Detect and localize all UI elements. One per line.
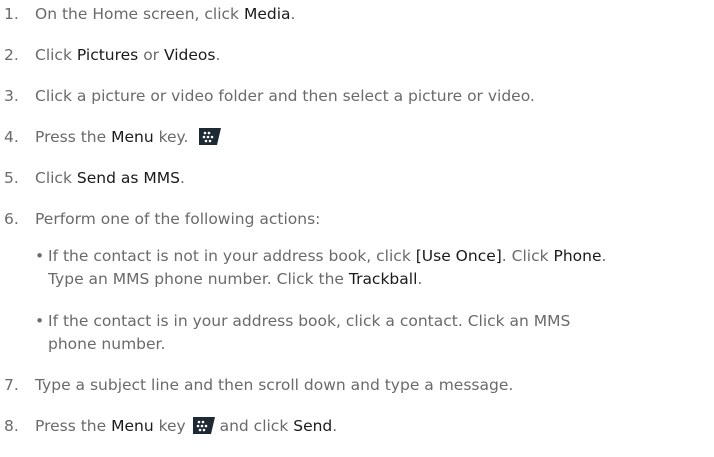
ui-term-media: Media bbox=[243, 5, 291, 23]
bullet-text: Type an MMS phone number. Click the bbox=[48, 270, 349, 288]
ui-term-phone: Phone bbox=[553, 247, 602, 265]
step-number: 3. bbox=[4, 87, 19, 105]
step-8: 8. Press the Menu key and click Send. bbox=[4, 414, 337, 438]
ui-term-trackball: Trackball bbox=[348, 270, 418, 288]
step-number: 7. bbox=[4, 376, 19, 394]
ui-term-pictures: Pictures bbox=[76, 46, 139, 64]
bullet-text: If the contact is not in your address bo… bbox=[48, 247, 416, 265]
step-text: or bbox=[138, 46, 164, 64]
bullet-text: . Click bbox=[501, 247, 554, 265]
bullet-item-not-in-address-book: • If the contact is not in your address b… bbox=[35, 245, 705, 291]
step-6: 6. Perform one of the following actions: bbox=[4, 207, 320, 231]
ui-term-use-once: [Use Once] bbox=[415, 247, 502, 265]
step-number: 8. bbox=[4, 417, 19, 435]
ui-term-send-as-mms: Send as MMS bbox=[76, 169, 180, 187]
bullet-text: If the contact is in your address book, … bbox=[48, 312, 571, 330]
step-number: 6. bbox=[4, 210, 19, 228]
step-text: . bbox=[290, 5, 296, 23]
step-4: 4. Press the Menu key. bbox=[4, 125, 222, 149]
step-text: Press the bbox=[35, 128, 112, 146]
step-1: 1. On the Home screen, click Media. bbox=[4, 2, 295, 26]
ui-term-send: Send bbox=[293, 417, 333, 435]
bullet-dot: • bbox=[35, 312, 45, 330]
ui-term-menu: Menu bbox=[111, 417, 154, 435]
step-number: 4. bbox=[4, 128, 19, 146]
step-3: 3. Click a picture or video folder and th… bbox=[4, 84, 535, 108]
step-7: 7. Type a subject line and then scroll do… bbox=[4, 373, 513, 397]
step-text: key bbox=[153, 417, 191, 435]
bullet-continuation: Type an MMS phone number. Click the Trac… bbox=[35, 268, 705, 291]
blackberry-menu-key-icon bbox=[199, 128, 222, 145]
step-2: 2. Click Pictures or Videos. bbox=[4, 43, 220, 67]
step-text: . bbox=[179, 169, 185, 187]
blackberry-menu-key-icon bbox=[192, 417, 215, 434]
bullet-dot: • bbox=[35, 247, 45, 265]
step-text: On the Home screen, click bbox=[35, 5, 244, 23]
step-text: . bbox=[332, 417, 338, 435]
step-text: . bbox=[215, 46, 221, 64]
step-text: and click bbox=[214, 417, 294, 435]
step-5: 5. Click Send as MMS. bbox=[4, 166, 185, 190]
bullet-text: . bbox=[601, 247, 607, 265]
step-text: key. bbox=[153, 128, 194, 146]
step-text: Type a subject line and then scroll down… bbox=[35, 376, 514, 394]
bullet-continuation: phone number. bbox=[35, 333, 705, 356]
step-text: Perform one of the following actions: bbox=[35, 210, 321, 228]
step-text: Press the bbox=[35, 417, 112, 435]
step-number: 2. bbox=[4, 46, 19, 64]
ui-term-menu: Menu bbox=[111, 128, 154, 146]
bullet-text: phone number. bbox=[48, 335, 166, 353]
step-text: Click a picture or video folder and then… bbox=[35, 87, 535, 105]
ui-term-videos: Videos bbox=[163, 46, 216, 64]
step-number: 1. bbox=[4, 5, 19, 23]
bullet-item-in-address-book: • If the contact is in your address book,… bbox=[35, 310, 705, 356]
step-number: 5. bbox=[4, 169, 19, 187]
bullet-text: . bbox=[417, 270, 423, 288]
step-text: Click bbox=[35, 169, 77, 187]
step-text: Click bbox=[35, 46, 77, 64]
